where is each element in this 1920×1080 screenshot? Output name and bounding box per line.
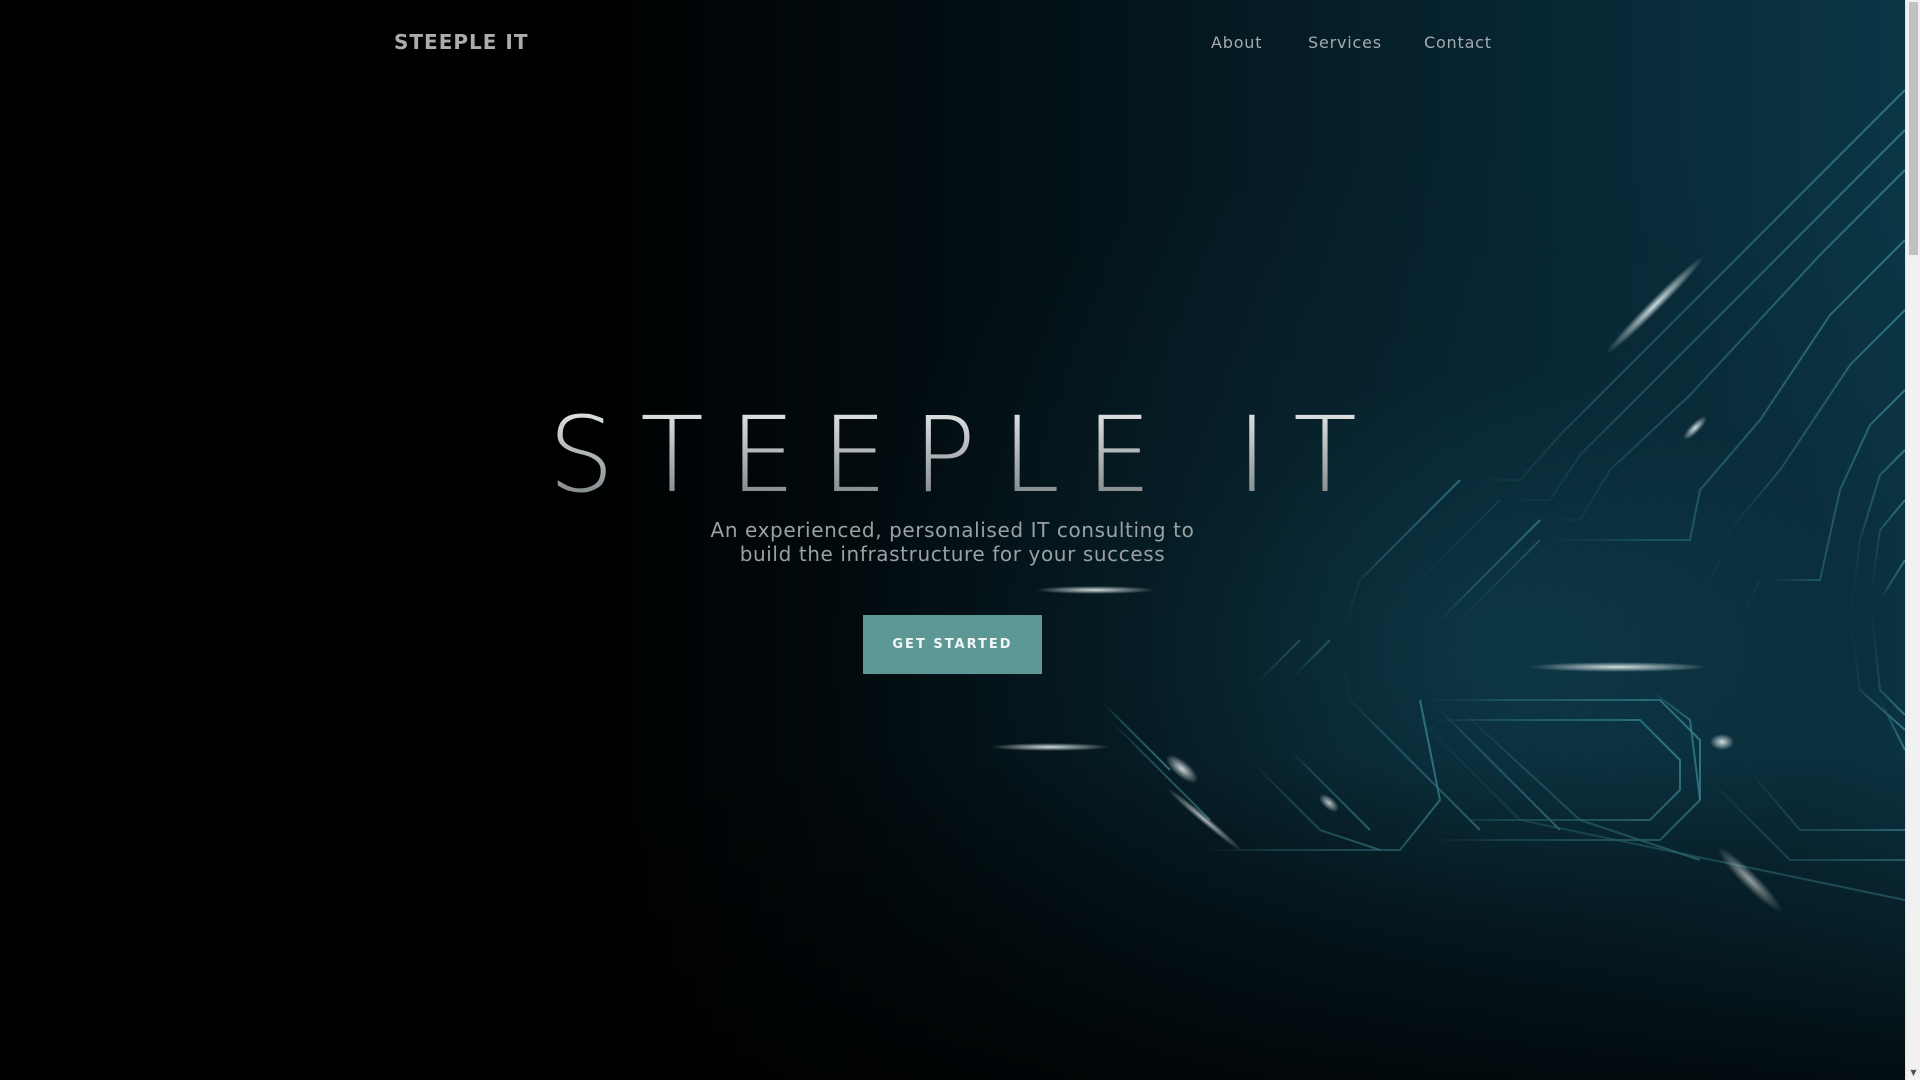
get-started-button[interactable]: GET STARTED	[863, 615, 1042, 674]
nav-link-services[interactable]: Services	[1308, 33, 1382, 52]
hero-subtitle-line-1: An experienced, personalised IT consulti…	[710, 518, 1195, 542]
hero-title: STEEPLE IT	[0, 395, 1905, 515]
top-navigation: STEEPLE IT About Services Contact	[0, 0, 1905, 86]
scrollbar-thumb[interactable]	[1909, 2, 1918, 255]
hero-section: STEEPLE IT About Services Contact STEEPL…	[0, 0, 1905, 1080]
hero-subtitle-line-2: build the infrastructure for your succes…	[739, 542, 1166, 566]
vertical-scrollbar[interactable]: ▼	[1905, 0, 1920, 1080]
brand-logo[interactable]: STEEPLE IT	[394, 30, 528, 54]
hero-subtitle: An experienced, personalised IT consulti…	[0, 518, 1905, 566]
nav-link-about[interactable]: About	[1211, 33, 1262, 52]
nav-link-contact[interactable]: Contact	[1424, 33, 1492, 52]
chevron-down-icon[interactable]: ▼	[1906, 1065, 1920, 1080]
